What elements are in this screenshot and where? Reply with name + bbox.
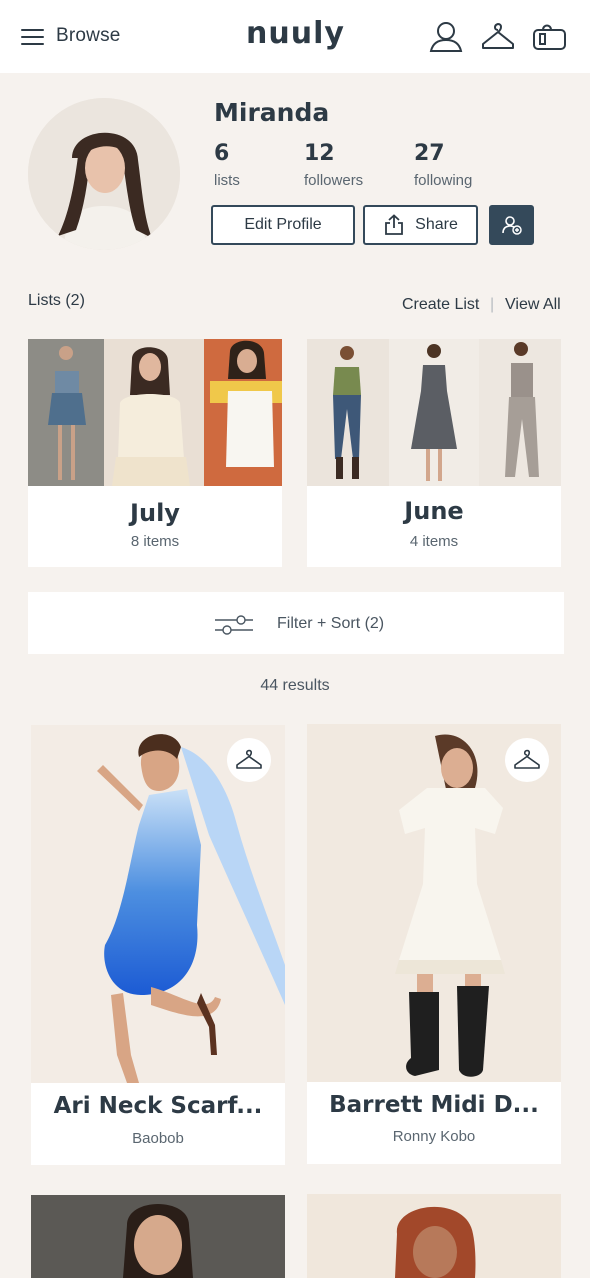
filter-sliders-icon (214, 613, 254, 642)
create-list-link[interactable]: Create List (402, 296, 479, 314)
add-friend-button[interactable] (489, 205, 534, 245)
add-to-closet-button[interactable] (227, 738, 271, 782)
list-title: July (130, 499, 180, 527)
list-item-count: 4 items (409, 533, 459, 550)
lists-heading: Lists (2) (28, 292, 85, 309)
followers-count[interactable]: 12 (304, 141, 335, 166)
share-icon (383, 214, 405, 236)
following-label[interactable]: following (414, 172, 472, 189)
share-label: Share (415, 216, 458, 233)
account-icon[interactable] (428, 20, 464, 54)
results-count: 44 results (260, 677, 330, 694)
view-all-link[interactable]: View All (505, 296, 561, 314)
following-count[interactable]: 27 (414, 141, 445, 166)
list-card-june[interactable]: June 4 items (307, 339, 561, 567)
menu-icon[interactable] (21, 27, 45, 47)
product-name[interactable]: Barrett Midi D... (307, 1092, 561, 1118)
june-thumbnails-image (307, 339, 561, 486)
product-card-barrett-midi-dress[interactable]: Barrett Midi D... Ronny Kobo (307, 724, 561, 1164)
product-name[interactable]: Ari Neck Scarf... (31, 1093, 285, 1119)
lists-count[interactable]: 6 (214, 141, 229, 166)
list-thumbnails (28, 339, 282, 486)
product-image[interactable] (31, 1195, 285, 1278)
hanger-icon[interactable] (480, 20, 516, 54)
product-card[interactable] (307, 1194, 561, 1278)
add-user-icon (501, 214, 523, 236)
box-icon[interactable] (531, 20, 567, 54)
share-button[interactable]: Share (363, 205, 478, 245)
list-title: June (404, 497, 464, 525)
product-card-ari-neck-scarf[interactable]: Ari Neck Scarf... Baobob (31, 725, 285, 1165)
july-thumbnails-image (28, 339, 282, 486)
list-card-july[interactable]: July 8 items (28, 339, 282, 567)
followers-label[interactable]: followers (304, 172, 363, 189)
product-image[interactable] (307, 1194, 561, 1278)
hanger-icon (235, 749, 263, 771)
lists-label[interactable]: lists (214, 172, 240, 189)
hanger-icon (513, 749, 541, 771)
product-brand: Baobob (132, 1130, 184, 1147)
list-thumbnails (307, 339, 561, 486)
product-brand: Ronny Kobo (392, 1128, 476, 1145)
list-item-count: 8 items (130, 533, 180, 550)
link-separator: | (490, 296, 495, 313)
add-to-closet-button[interactable] (505, 738, 549, 782)
edit-profile-label: Edit Profile (244, 216, 322, 233)
edit-profile-button[interactable]: Edit Profile (211, 205, 355, 245)
profile-avatar (28, 98, 180, 250)
profile-name: Miranda (214, 98, 330, 127)
product-card[interactable] (31, 1195, 285, 1278)
browse-link[interactable]: Browse (56, 25, 121, 47)
nuuly-logo[interactable]: nuuly (246, 16, 345, 51)
filter-sort-label[interactable]: Filter + Sort (2) (277, 615, 384, 633)
